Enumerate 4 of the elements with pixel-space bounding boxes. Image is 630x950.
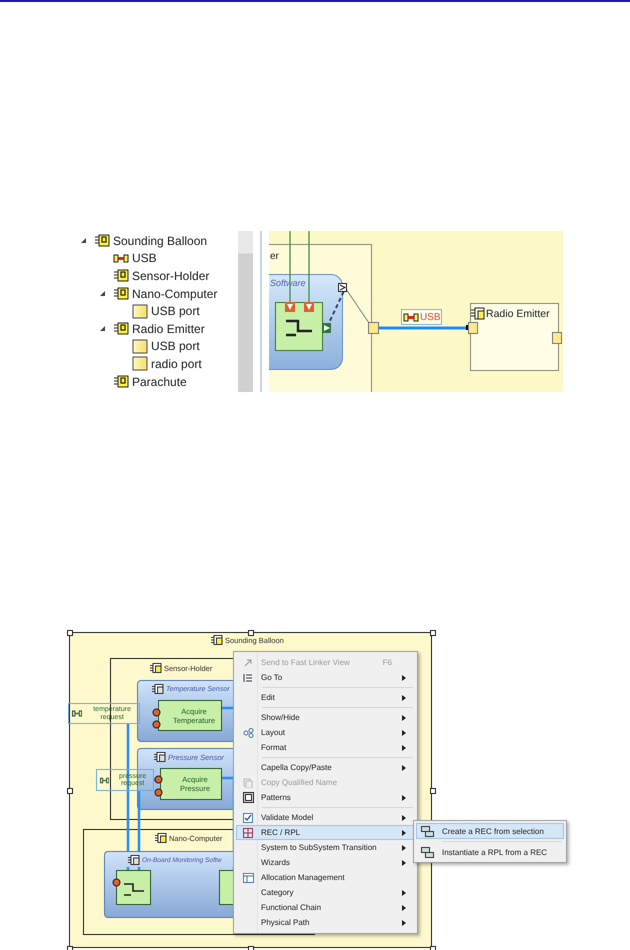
link-label: USB	[420, 312, 441, 322]
component-label: er	[270, 251, 279, 262]
shortcut-label: F6	[382, 658, 392, 667]
component-label: Radio Emitter	[486, 308, 550, 320]
